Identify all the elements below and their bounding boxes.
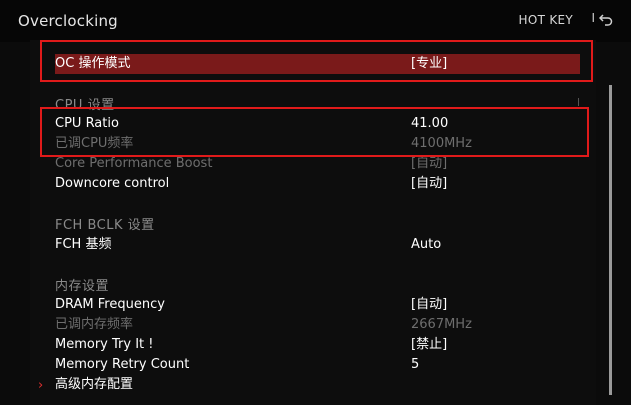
memory-try-it-value[interactable]: [禁止] — [411, 335, 447, 355]
core-performance-boost-label: Core Performance Boost — [55, 156, 213, 171]
memory-retry-count-value[interactable]: 5 — [411, 355, 419, 375]
adjusted-memory-freq-row: 已调内存频率 2667MHz — [55, 315, 580, 335]
submenu-arrow-icon: › — [38, 378, 44, 393]
dram-frequency-label: DRAM Frequency — [55, 297, 165, 312]
core-performance-boost-row: Core Performance Boost [自动] — [55, 154, 580, 174]
memory-retry-count-row[interactable]: Memory Retry Count 5 — [55, 355, 580, 375]
highlight-box-cpu-ratio — [40, 107, 589, 157]
downcore-control-row[interactable]: Downcore control [自动] — [55, 174, 580, 194]
highlight-box-oc-mode — [40, 40, 593, 82]
downcore-control-label: Downcore control — [55, 176, 170, 191]
dram-frequency-row[interactable]: DRAM Frequency [自动] — [55, 295, 580, 315]
fch-base-freq-value[interactable]: Auto — [411, 235, 441, 255]
section-fch-bclk: FCH BCLK 设置 — [55, 218, 155, 233]
fch-base-freq-row[interactable]: FCH 基频 Auto — [55, 235, 580, 255]
memory-retry-count-label: Memory Retry Count — [55, 357, 190, 372]
fch-base-freq-label: FCH 基频 — [55, 237, 112, 252]
memory-try-it-row[interactable]: Memory Try It ! [禁止] — [55, 335, 580, 355]
dram-frequency-value[interactable]: [自动] — [411, 295, 447, 315]
section-memory-settings: 内存设置 — [55, 279, 110, 294]
advanced-memory-config-row[interactable]: 高级内存配置 — [55, 375, 580, 395]
bios-screen: Overclocking HOT KEY I OC 操作模式 [专业] CPU … — [0, 0, 631, 405]
downcore-control-value[interactable]: [自动] — [411, 174, 447, 194]
memory-try-it-label: Memory Try It ! — [55, 337, 154, 352]
header-separator: I — [591, 11, 595, 25]
adjusted-memory-freq-value: 2667MHz — [411, 317, 472, 332]
advanced-memory-config-label: 高级内存配置 — [55, 377, 134, 392]
top-bar: Overclocking HOT KEY I — [0, 0, 631, 42]
hotkey-button[interactable]: HOT KEY — [519, 13, 574, 27]
section-tick — [578, 98, 579, 106]
core-performance-boost-value: [自动] — [411, 156, 448, 171]
scrollbar-thumb[interactable] — [609, 85, 612, 395]
back-icon[interactable] — [599, 12, 613, 26]
page-title: Overclocking — [18, 12, 118, 30]
adjusted-memory-freq-label: 已调内存频率 — [55, 317, 134, 332]
